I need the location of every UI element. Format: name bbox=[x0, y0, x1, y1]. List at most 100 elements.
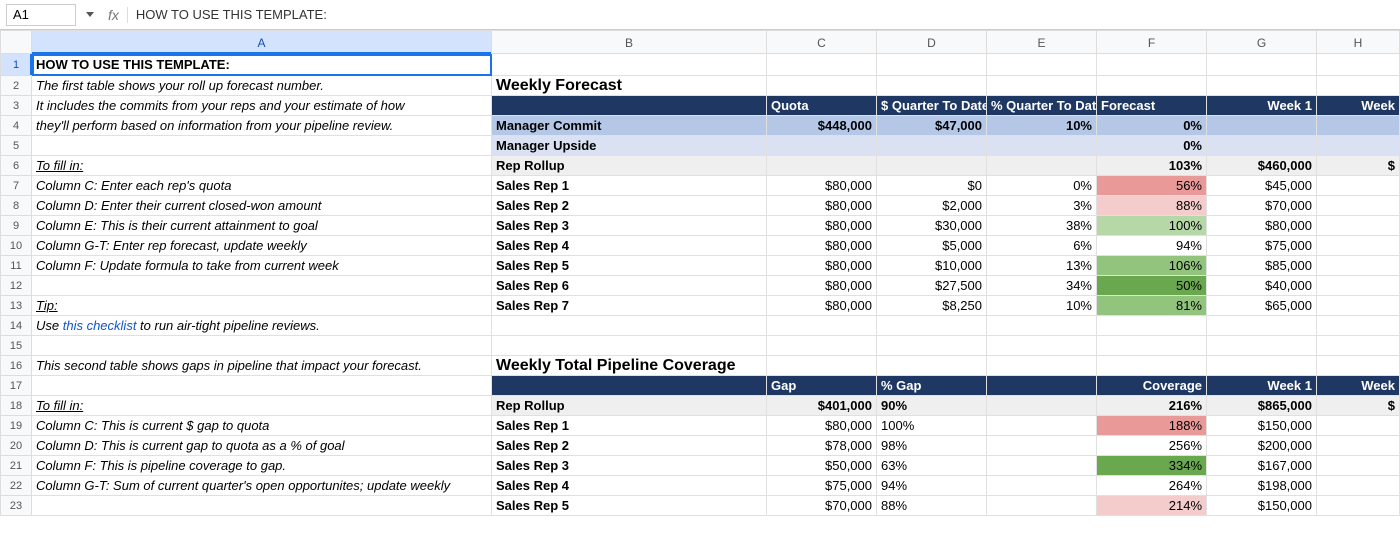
cell-C12[interactable]: $80,000 bbox=[767, 276, 877, 296]
cell-F5[interactable]: 0% bbox=[1097, 136, 1207, 156]
cell-E6[interactable] bbox=[987, 156, 1097, 176]
row-header-11[interactable]: 11 bbox=[0, 256, 32, 276]
cell-B10[interactable]: Sales Rep 4 bbox=[492, 236, 767, 256]
cell-D1[interactable] bbox=[877, 54, 987, 76]
cell-B15[interactable] bbox=[492, 336, 767, 356]
cell-A13[interactable]: Tip: bbox=[32, 296, 492, 316]
cell-G20[interactable]: $200,000 bbox=[1207, 436, 1317, 456]
cell-F22[interactable]: 264% bbox=[1097, 476, 1207, 496]
cell-D16[interactable] bbox=[877, 356, 987, 376]
cell-A6[interactable]: To fill in: bbox=[32, 156, 492, 176]
cell-C22[interactable]: $75,000 bbox=[767, 476, 877, 496]
row-header-15[interactable]: 15 bbox=[0, 336, 32, 356]
col-header-G[interactable]: G bbox=[1207, 30, 1317, 54]
cell-D18[interactable]: 90% bbox=[877, 396, 987, 416]
cell-F4[interactable]: 0% bbox=[1097, 116, 1207, 136]
cell-E4[interactable]: 10% bbox=[987, 116, 1097, 136]
cell-G17[interactable]: Week 1 bbox=[1207, 376, 1317, 396]
cell-G9[interactable]: $80,000 bbox=[1207, 216, 1317, 236]
row-header-10[interactable]: 10 bbox=[0, 236, 32, 256]
col-header-B[interactable]: B bbox=[492, 30, 767, 54]
cell-F7[interactable]: 56% bbox=[1097, 176, 1207, 196]
cell-H21[interactable] bbox=[1317, 456, 1400, 476]
cell-G8[interactable]: $70,000 bbox=[1207, 196, 1317, 216]
row-header-6[interactable]: 6 bbox=[0, 156, 32, 176]
row-header-4[interactable]: 4 bbox=[0, 116, 32, 136]
cell-G12[interactable]: $40,000 bbox=[1207, 276, 1317, 296]
row-header-19[interactable]: 19 bbox=[0, 416, 32, 436]
cell-A20[interactable]: Column D: This is current gap to quota a… bbox=[32, 436, 492, 456]
cell-G1[interactable] bbox=[1207, 54, 1317, 76]
row-header-14[interactable]: 14 bbox=[0, 316, 32, 336]
cell-D13[interactable]: $8,250 bbox=[877, 296, 987, 316]
cell-B9[interactable]: Sales Rep 3 bbox=[492, 216, 767, 236]
cell-C2[interactable] bbox=[767, 76, 877, 96]
cell-F13[interactable]: 81% bbox=[1097, 296, 1207, 316]
cell-G11[interactable]: $85,000 bbox=[1207, 256, 1317, 276]
cell-F20[interactable]: 256% bbox=[1097, 436, 1207, 456]
cell-E8[interactable]: 3% bbox=[987, 196, 1097, 216]
cell-F15[interactable] bbox=[1097, 336, 1207, 356]
cell-D9[interactable]: $30,000 bbox=[877, 216, 987, 236]
cell-C20[interactable]: $78,000 bbox=[767, 436, 877, 456]
cell-D14[interactable] bbox=[877, 316, 987, 336]
cell-C16[interactable] bbox=[767, 356, 877, 376]
cell-H5[interactable] bbox=[1317, 136, 1400, 156]
cell-B16[interactable]: Weekly Total Pipeline Coverage bbox=[492, 356, 767, 376]
row-header-16[interactable]: 16 bbox=[0, 356, 32, 376]
cell-A3[interactable]: It includes the commits from your reps a… bbox=[32, 96, 492, 116]
cell-G18[interactable]: $865,000 bbox=[1207, 396, 1317, 416]
cell-G4[interactable] bbox=[1207, 116, 1317, 136]
cell-A17[interactable] bbox=[32, 376, 492, 396]
row-header-17[interactable]: 17 bbox=[0, 376, 32, 396]
col-header-A[interactable]: A bbox=[32, 30, 492, 54]
cell-C10[interactable]: $80,000 bbox=[767, 236, 877, 256]
cell-D19[interactable]: 100% bbox=[877, 416, 987, 436]
cell-D21[interactable]: 63% bbox=[877, 456, 987, 476]
cell-B14[interactable] bbox=[492, 316, 767, 336]
cell-A11[interactable]: Column F: Update formula to take from cu… bbox=[32, 256, 492, 276]
cell-C14[interactable] bbox=[767, 316, 877, 336]
cell-F9[interactable]: 100% bbox=[1097, 216, 1207, 236]
cell-H15[interactable] bbox=[1317, 336, 1400, 356]
cell-D10[interactable]: $5,000 bbox=[877, 236, 987, 256]
cell-C18[interactable]: $401,000 bbox=[767, 396, 877, 416]
cell-B18[interactable]: Rep Rollup bbox=[492, 396, 767, 416]
cell-D3[interactable]: $ Quarter To Date bbox=[877, 96, 987, 116]
cell-H18[interactable]: $ bbox=[1317, 396, 1400, 416]
cell-H13[interactable] bbox=[1317, 296, 1400, 316]
cell-D17[interactable]: % Gap bbox=[877, 376, 987, 396]
cell-B12[interactable]: Sales Rep 6 bbox=[492, 276, 767, 296]
cell-A12[interactable] bbox=[32, 276, 492, 296]
cell-B8[interactable]: Sales Rep 2 bbox=[492, 196, 767, 216]
cell-B1[interactable] bbox=[492, 54, 767, 76]
cell-A10[interactable]: Column G-T: Enter rep forecast, update w… bbox=[32, 236, 492, 256]
cell-A4[interactable]: they'll perform based on information fro… bbox=[32, 116, 492, 136]
cell-F8[interactable]: 88% bbox=[1097, 196, 1207, 216]
cell-H2[interactable] bbox=[1317, 76, 1400, 96]
cell-A16[interactable]: This second table shows gaps in pipeline… bbox=[32, 356, 492, 376]
row-header-3[interactable]: 3 bbox=[0, 96, 32, 116]
row-header-18[interactable]: 18 bbox=[0, 396, 32, 416]
row-header-7[interactable]: 7 bbox=[0, 176, 32, 196]
cell-D7[interactable]: $0 bbox=[877, 176, 987, 196]
cell-B11[interactable]: Sales Rep 5 bbox=[492, 256, 767, 276]
cell-H4[interactable] bbox=[1317, 116, 1400, 136]
cell-F3[interactable]: Forecast bbox=[1097, 96, 1207, 116]
cell-E21[interactable] bbox=[987, 456, 1097, 476]
cell-H8[interactable] bbox=[1317, 196, 1400, 216]
cell-D22[interactable]: 94% bbox=[877, 476, 987, 496]
cell-B4[interactable]: Manager Commit bbox=[492, 116, 767, 136]
cell-H23[interactable] bbox=[1317, 496, 1400, 516]
cell-E19[interactable] bbox=[987, 416, 1097, 436]
cell-E16[interactable] bbox=[987, 356, 1097, 376]
cell-E10[interactable]: 6% bbox=[987, 236, 1097, 256]
cell-H3[interactable]: Week bbox=[1317, 96, 1400, 116]
cell-E20[interactable] bbox=[987, 436, 1097, 456]
cell-D6[interactable] bbox=[877, 156, 987, 176]
cell-G10[interactable]: $75,000 bbox=[1207, 236, 1317, 256]
cell-H11[interactable] bbox=[1317, 256, 1400, 276]
cell-F21[interactable]: 334% bbox=[1097, 456, 1207, 476]
cell-E1[interactable] bbox=[987, 54, 1097, 76]
cell-F18[interactable]: 216% bbox=[1097, 396, 1207, 416]
